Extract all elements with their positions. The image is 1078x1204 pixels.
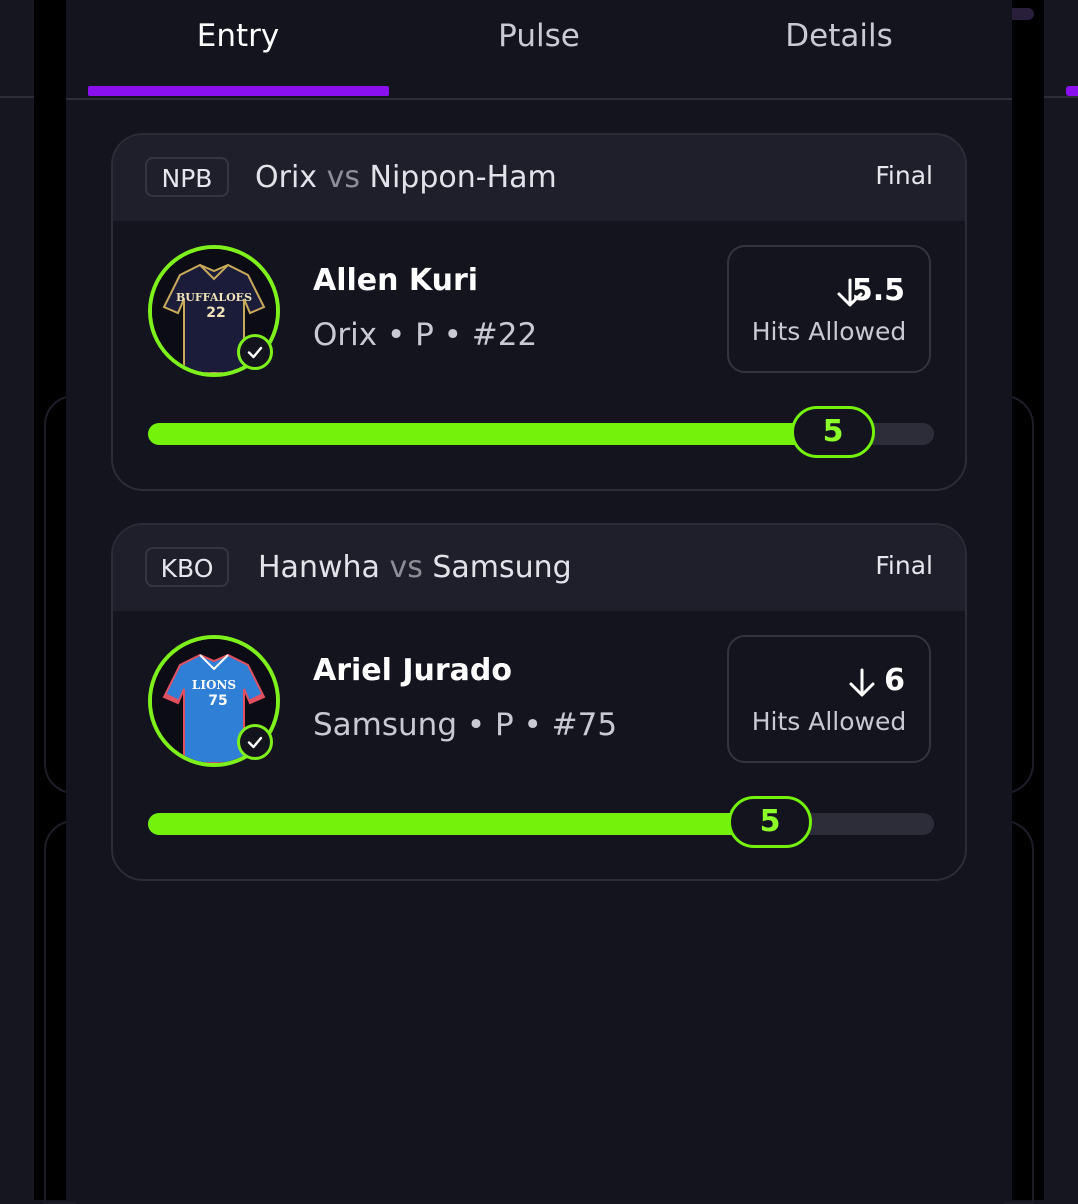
tab-pulse[interactable]: Pulse xyxy=(389,18,689,58)
stat-label: Hits Allowed xyxy=(751,707,907,736)
vs-label: vs xyxy=(389,550,423,585)
background-right-panel xyxy=(1044,0,1078,1200)
line-value: 5.5 xyxy=(851,273,905,308)
progress-track: 5 xyxy=(148,796,934,848)
game-status: Final xyxy=(875,161,933,190)
tab-details[interactable]: Details xyxy=(689,18,989,58)
actual-value-badge: 5 xyxy=(791,406,875,458)
matchup: Hanwha vs Samsung xyxy=(258,547,572,589)
league-badge: KBO xyxy=(145,547,229,587)
background-divider-right xyxy=(1044,96,1078,98)
player-name: Allen Kuri xyxy=(313,263,479,298)
entry-sheet: Entry Pulse Details NPB Orix vs Nippon-H… xyxy=(66,0,1012,1200)
line-value: 6 xyxy=(884,663,905,698)
jersey-lettering: BUFFALOES xyxy=(176,291,252,304)
matchup: Orix vs Nippon-Ham xyxy=(255,157,557,199)
home-team: Orix xyxy=(255,160,318,195)
player-meta: Samsung • P • #75 xyxy=(313,707,618,743)
background-divider-left xyxy=(0,96,34,98)
check-icon xyxy=(237,334,273,370)
jersey-number: 75 xyxy=(208,693,227,709)
away-team: Nippon-Ham xyxy=(369,160,557,195)
progress-fill xyxy=(148,423,863,445)
background-tab-indicator xyxy=(1066,86,1078,96)
projection-box: 5.5 Hits Allowed xyxy=(727,245,931,373)
jersey-lettering: LIONS xyxy=(192,678,236,692)
check-icon xyxy=(237,724,273,760)
pick-card[interactable]: KBO Hanwha vs Samsung Final LIONS 75 Ari… xyxy=(111,523,967,881)
projection-box: 6 Hits Allowed xyxy=(727,635,931,763)
game-status: Final xyxy=(875,551,933,580)
league-badge: NPB xyxy=(145,157,229,197)
player-name: Ariel Jurado xyxy=(313,653,513,688)
background-left-panel xyxy=(0,0,34,1200)
arrow-down-icon xyxy=(849,668,875,697)
jersey-number: 22 xyxy=(206,305,225,321)
game-header: KBO Hanwha vs Samsung Final xyxy=(113,525,965,611)
active-tab-indicator xyxy=(88,86,389,96)
tab-bar: Entry Pulse Details xyxy=(66,0,1012,100)
stat-label: Hits Allowed xyxy=(751,317,907,346)
actual-value-badge: 5 xyxy=(728,796,812,848)
pick-card[interactable]: NPB Orix vs Nippon-Ham Final BUFFALOES 2… xyxy=(111,133,967,491)
home-team: Hanwha xyxy=(258,550,380,585)
away-team: Samsung xyxy=(432,550,572,585)
player-meta: Orix • P • #22 xyxy=(313,317,538,353)
game-header: NPB Orix vs Nippon-Ham Final xyxy=(113,135,965,221)
progress-track: 5 xyxy=(148,406,934,458)
progress-fill xyxy=(148,813,800,835)
vs-label: vs xyxy=(326,160,360,195)
tab-entry[interactable]: Entry xyxy=(88,18,388,58)
